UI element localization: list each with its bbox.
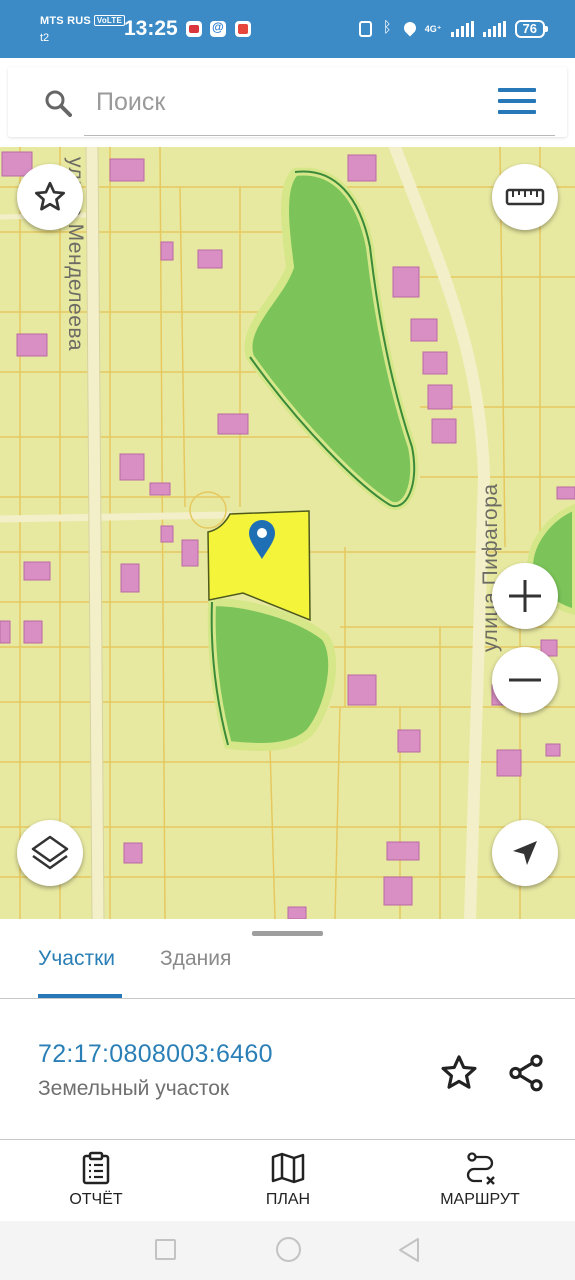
map-view[interactable]: улица Менделеева улица Пифагора [0, 147, 575, 919]
street-label-pifagora: улица Пифагора [479, 483, 502, 652]
search-icon[interactable] [44, 89, 72, 117]
calendar-app-icon [235, 21, 251, 37]
nfc-icon [358, 21, 372, 37]
route-label: МАРШРУТ [440, 1191, 520, 1208]
location-icon [401, 19, 419, 36]
status-bar: MTS RUSVoLTE t2 13:25 4G⁺ 76 [0, 0, 575, 58]
route-button[interactable]: МАРШРУТ [410, 1151, 550, 1217]
back-icon[interactable] [397, 1237, 421, 1263]
forest-south [207, 597, 337, 752]
network-type-icon: 4G⁺ [424, 23, 442, 34]
route-icon [466, 1152, 495, 1185]
forest-north [244, 167, 419, 511]
parcel-type-label: Земельный участок [38, 1077, 230, 1100]
ruler-button[interactable] [492, 164, 558, 230]
volte-badge: VoLTE [93, 15, 126, 26]
system-navigation-bar [0, 1221, 575, 1280]
navigation-arrow-icon [513, 841, 537, 865]
status-icons: 4G⁺ 76 [358, 18, 549, 40]
sheet-divider [0, 1139, 575, 1140]
carrier-label: MTS RUS VoLTE [40, 15, 126, 27]
tabs-divider [0, 998, 575, 999]
star-icon [35, 181, 65, 211]
home-icon[interactable] [276, 1237, 301, 1262]
map-icon [271, 1152, 305, 1184]
search-underline [84, 135, 555, 136]
tab-parcels[interactable]: Участки [38, 947, 115, 987]
search-input[interactable] [96, 85, 476, 119]
zoom-in-button[interactable] [492, 563, 558, 629]
menu-icon[interactable] [498, 88, 538, 116]
carrier2-label: t2 [40, 32, 50, 44]
search-bar [8, 67, 567, 137]
battery-icon: 76 [514, 20, 549, 38]
plus-icon [509, 580, 541, 612]
layers-icon [31, 835, 69, 870]
ruler-icon [505, 188, 545, 206]
favorite-star-icon[interactable] [438, 1052, 480, 1094]
share-icon[interactable] [505, 1052, 547, 1094]
clipboard-icon [82, 1151, 110, 1185]
bottom-sheet: Участки Здания 72:17:0808003:6460 Земель… [0, 919, 575, 1221]
report-label: ОТЧЁТ [69, 1191, 123, 1208]
notification-app-icon [186, 21, 202, 37]
clock: 13:25 [124, 17, 178, 40]
mail-app-icon [210, 20, 226, 37]
bluetooth-icon [381, 19, 395, 37]
tab-buildings[interactable]: Здания [160, 947, 231, 987]
layers-button[interactable] [17, 820, 83, 886]
plan-button[interactable]: ПЛАН [218, 1151, 358, 1217]
app-root: MTS RUSVoLTE t2 13:25 4G⁺ 76 [0, 0, 575, 1280]
minus-icon [509, 678, 541, 682]
cadastral-number-link[interactable]: 72:17:0808003:6460 [38, 1040, 273, 1069]
drag-handle[interactable] [252, 931, 323, 936]
report-button[interactable]: ОТЧЁТ [26, 1151, 166, 1217]
my-location-button[interactable] [492, 820, 558, 886]
recents-icon[interactable] [155, 1239, 176, 1260]
signal-icon [450, 21, 474, 37]
favorites-button[interactable] [17, 164, 83, 230]
plan-label: ПЛАН [265, 1191, 311, 1208]
zoom-out-button[interactable] [492, 647, 558, 713]
signal-icon-2 [482, 21, 506, 37]
